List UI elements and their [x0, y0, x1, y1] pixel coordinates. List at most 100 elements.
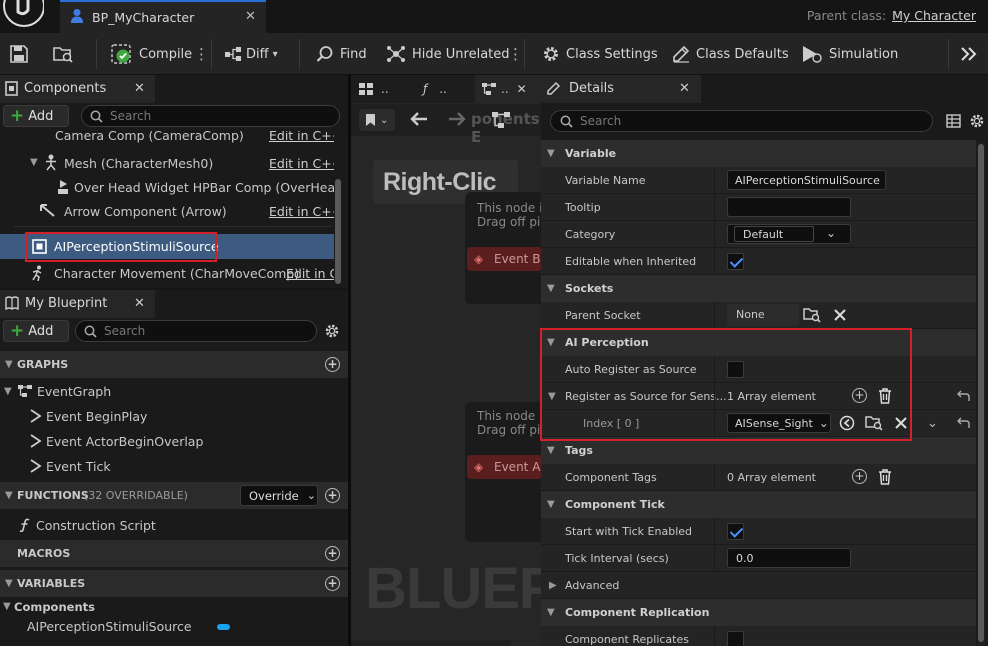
- category-component-replication[interactable]: ▼ Component Replication: [541, 599, 976, 626]
- components-tab-icon: [5, 81, 18, 96]
- document-tab[interactable]: BP_MyCharacter ✕: [60, 0, 266, 33]
- ai-perception-highlight: [540, 328, 912, 441]
- forward-arrow-icon[interactable]: [447, 111, 467, 127]
- variable-row[interactable]: AIPerceptionStimuliSource: [0, 616, 348, 638]
- details-search-input[interactable]: Search: [550, 110, 933, 132]
- property-editable-inherited: Editable when Inherited: [541, 248, 976, 275]
- find-button[interactable]: Find: [316, 42, 367, 66]
- tooltip-input[interactable]: [727, 197, 851, 217]
- chevron-down-icon[interactable]: ⌄: [826, 226, 836, 240]
- blueprint-search-input[interactable]: Search: [75, 320, 317, 342]
- construction-script-row[interactable]: Construction Script: [0, 513, 348, 537]
- event-row[interactable]: Event Tick: [0, 454, 348, 478]
- components-search-input[interactable]: Search: [81, 105, 340, 127]
- event-row[interactable]: Event ActorBeginOverlap: [0, 429, 348, 453]
- details-scrollbar-thumb[interactable]: [978, 144, 984, 642]
- unreal-logo-icon[interactable]: [2, 0, 44, 28]
- components-tab[interactable]: Components ✕: [0, 75, 155, 103]
- hide-unrelated-options-icon[interactable]: ⋮: [508, 42, 523, 66]
- simulation-button[interactable]: Simulation: [801, 42, 898, 66]
- parent-socket-field[interactable]: None: [727, 304, 799, 326]
- clear-socket-icon[interactable]: [833, 308, 847, 322]
- category-component-tick[interactable]: ▼ Component Tick: [541, 491, 976, 518]
- close-tab-icon[interactable]: ✕: [517, 82, 527, 96]
- event-row[interactable]: Event BeginPlay: [0, 404, 348, 428]
- tick-interval-input[interactable]: 0.0: [727, 548, 851, 568]
- save-icon[interactable]: [9, 42, 29, 66]
- category-combo[interactable]: Default ⌄: [727, 224, 851, 244]
- plus-icon: +: [10, 321, 25, 341]
- edit-in-cpp-link[interactable]: Edit in C++: [269, 156, 334, 171]
- class-defaults-button[interactable]: Class Defaults: [672, 42, 789, 66]
- category-variable[interactable]: ▼ Variable: [541, 140, 976, 167]
- components-category-row[interactable]: ▼ Components: [0, 597, 348, 617]
- my-blueprint-tab[interactable]: My Blueprint ✕: [0, 290, 155, 318]
- settings-gear-icon[interactable]: [969, 113, 985, 129]
- event-node[interactable]: This node i Drag off pi ◈ Event B: [465, 192, 545, 304]
- compile-button[interactable]: Compile: [111, 42, 192, 66]
- graph-tab[interactable]: ..: [351, 75, 407, 103]
- add-macro-icon[interactable]: +: [325, 546, 340, 561]
- trash-icon[interactable]: [878, 469, 892, 485]
- table-view-icon[interactable]: [946, 114, 961, 128]
- search-icon: [560, 115, 573, 128]
- event-node-header[interactable]: ◈ Event B: [467, 247, 543, 271]
- graph-tab[interactable]: ƒ ..: [413, 75, 469, 103]
- component-row-camera[interactable]: Camera Comp (CameraComp) Edit in C++: [0, 131, 334, 147]
- close-details-icon[interactable]: ✕: [679, 81, 690, 96]
- functions-section-header[interactable]: ▼ FUNCTIONS (32 OVERRIDABLE) Override ⌄ …: [0, 482, 348, 509]
- add-variable-icon[interactable]: +: [325, 576, 340, 591]
- graphs-section-header[interactable]: ▼ GRAPHS +: [0, 351, 348, 378]
- component-row-character-movement[interactable]: Character Movement (CharMoveComp) Edit i…: [0, 261, 334, 285]
- edit-in-cpp-link[interactable]: Edit in C: [286, 266, 334, 281]
- add-component-button[interactable]: + Add: [3, 105, 69, 127]
- component-row-arrow[interactable]: Arrow Component (Arrow) Edit in C++: [0, 199, 334, 223]
- expand-chevron-icon[interactable]: ▼: [30, 157, 38, 168]
- browse-socket-icon[interactable]: [803, 306, 821, 324]
- close-tab-icon[interactable]: ✕: [245, 9, 256, 24]
- movement-component-icon: [30, 265, 46, 281]
- macros-section-header[interactable]: MACROS +: [0, 540, 348, 567]
- start-tick-checkbox[interactable]: [727, 523, 744, 540]
- close-my-blueprint-icon[interactable]: ✕: [134, 296, 145, 311]
- add-array-element-icon[interactable]: +: [852, 469, 867, 484]
- back-arrow-icon[interactable]: [409, 111, 429, 127]
- diff-button[interactable]: Diff ▾: [224, 42, 278, 66]
- category-edit-box[interactable]: Default: [734, 226, 814, 242]
- settings-gear-icon[interactable]: [324, 323, 340, 339]
- variables-section-header[interactable]: ▼ VARIABLES +: [0, 570, 348, 597]
- add-function-icon[interactable]: +: [325, 488, 340, 503]
- replicates-checkbox[interactable]: [727, 631, 744, 646]
- close-components-icon[interactable]: ✕: [134, 81, 145, 96]
- graph-tab-active[interactable]: .. ✕: [475, 75, 541, 103]
- details-tab[interactable]: Details ✕: [541, 75, 701, 103]
- class-settings-button[interactable]: Class Settings: [542, 42, 658, 66]
- override-dropdown[interactable]: Override ⌄: [240, 485, 318, 506]
- components-scrollbar[interactable]: [335, 179, 341, 284]
- add-graph-icon[interactable]: +: [325, 357, 340, 372]
- hide-unrelated-button[interactable]: Hide Unrelated: [386, 42, 510, 66]
- category-value: Default: [743, 228, 784, 241]
- event-graph-row[interactable]: ▼ EventGraph: [0, 379, 348, 403]
- advanced-expander[interactable]: ▶ Advanced: [541, 572, 976, 599]
- bookmark-button[interactable]: ⌄: [359, 109, 395, 131]
- category-sockets[interactable]: ▼ Sockets: [541, 275, 976, 302]
- component-row-overhead-widget[interactable]: Over Head Widget HPBar Comp (OverHeadWi: [0, 175, 334, 199]
- event-node-header[interactable]: ◈ Event A: [467, 455, 543, 479]
- graph-editor[interactable]: .. ƒ .. .. ✕ ⌄ ponents: E Right-Clic Thi…: [351, 75, 558, 646]
- compile-options-icon[interactable]: ⋮: [194, 42, 209, 66]
- component-row-mesh[interactable]: ▼ Mesh (CharacterMesh0) Edit in C++: [0, 151, 334, 175]
- reset-to-default-icon[interactable]: [956, 417, 970, 429]
- toolbar-overflow-icon[interactable]: [960, 42, 978, 66]
- parent-class-link[interactable]: My Character: [892, 8, 976, 23]
- edit-in-cpp-link[interactable]: Edit in C++: [269, 131, 334, 143]
- add-member-button[interactable]: + Add: [3, 320, 69, 342]
- category-tags[interactable]: ▼ Tags: [541, 437, 976, 464]
- variable-name-input[interactable]: AIPerceptionStimuliSource: [727, 170, 886, 190]
- event-node[interactable]: This node i Drag off pi ◈ Event A: [465, 402, 545, 542]
- reset-to-default-icon[interactable]: [956, 390, 970, 402]
- editable-inherited-checkbox[interactable]: [727, 253, 744, 270]
- browse-icon[interactable]: [52, 42, 74, 66]
- element-options-chevron-icon[interactable]: ⌄: [927, 416, 938, 431]
- edit-in-cpp-link[interactable]: Edit in C++: [269, 204, 334, 219]
